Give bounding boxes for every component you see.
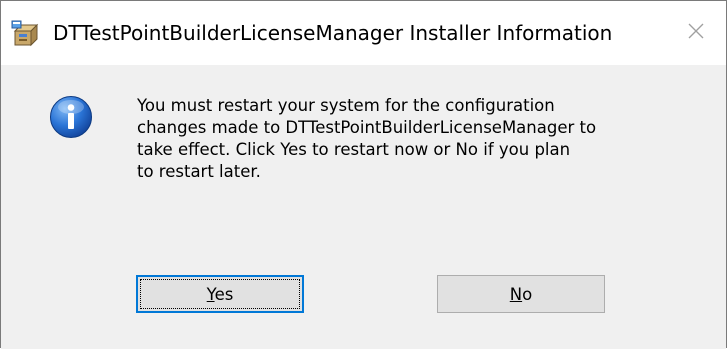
no-button-label: No <box>510 285 532 304</box>
no-label-rest: o <box>522 284 533 304</box>
window-title: DTTestPointBuilderLicenseManager Install… <box>53 21 613 45</box>
title-bar[interactable]: DTTestPointBuilderLicenseManager Install… <box>1 1 726 65</box>
no-button[interactable]: No <box>437 275 605 313</box>
no-mnemonic: N <box>509 284 523 304</box>
dialog-body: You must restart your system for the con… <box>1 65 726 349</box>
dialog-message: You must restart your system for the con… <box>137 96 597 181</box>
focus-rectangle <box>140 279 300 309</box>
information-icon <box>49 95 93 139</box>
installer-dialog-window: DTTestPointBuilderLicenseManager Install… <box>0 0 727 349</box>
yes-button[interactable]: Yes <box>136 275 304 313</box>
close-button[interactable] <box>666 1 726 65</box>
close-icon <box>687 22 705 44</box>
installer-package-icon <box>11 19 41 49</box>
